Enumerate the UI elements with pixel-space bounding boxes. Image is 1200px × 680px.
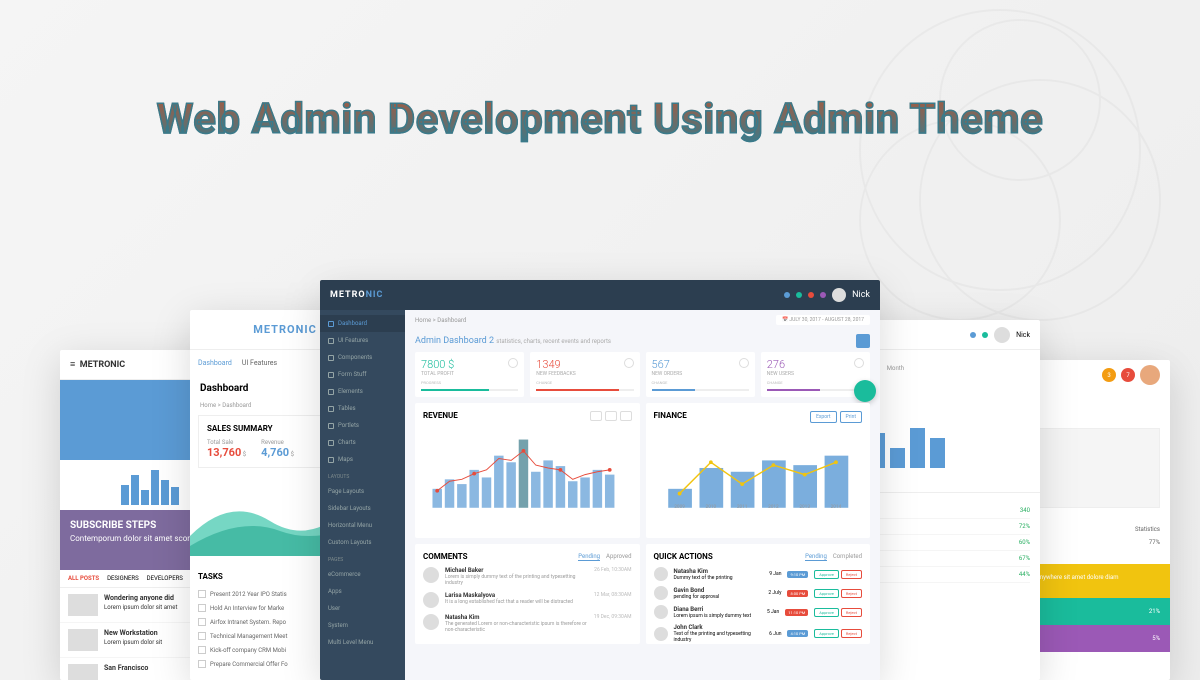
sidebar-item[interactable]: User — [320, 600, 405, 617]
approve-button[interactable]: Approve — [814, 608, 839, 617]
reject-button[interactable]: Reject — [841, 629, 862, 638]
nav-ui[interactable]: UI Features — [242, 359, 277, 367]
quick-actions-card: QUICK ACTIONSPendingCompleted Natasha Ki… — [646, 544, 871, 644]
mail-icon[interactable] — [982, 332, 988, 338]
sidebar-item-dashboard[interactable]: Dashboard — [320, 315, 405, 332]
tab-pending[interactable]: Pending — [805, 553, 827, 561]
tab-designers[interactable]: DESIGNERS — [107, 575, 139, 582]
stat-feedbacks: 1349NEW FEEDBACKSCHANGE — [530, 352, 639, 397]
notif-icon[interactable] — [784, 292, 790, 298]
notif-icon[interactable]: 3 — [1102, 368, 1116, 382]
sidebar-item[interactable]: Page Layouts — [320, 483, 405, 500]
sidebar-item[interactable]: Horizontal Menu — [320, 517, 405, 534]
gear-icon[interactable] — [856, 334, 870, 348]
stat-orders: 567NEW ORDERSCHANGE — [646, 352, 755, 397]
main-content: Home > Dashboard 📅 JULY 30, 2017 - AUGUS… — [405, 310, 880, 680]
reject-button[interactable]: Reject — [841, 589, 862, 598]
tab-all[interactable]: ALL POSTS — [68, 575, 99, 582]
brand: METRONIC — [330, 290, 383, 300]
avatar — [423, 567, 439, 583]
print-button[interactable]: Print — [840, 411, 862, 423]
tab-approved[interactable]: Approved — [606, 553, 631, 561]
svg-text:2011: 2011 — [736, 504, 747, 510]
sidebar-item[interactable]: Form Stuff — [320, 366, 405, 383]
sidebar-item[interactable]: Custom Layouts — [320, 534, 405, 551]
svg-text:2010: 2010 — [705, 504, 716, 510]
approve-button[interactable]: Approve — [814, 589, 839, 598]
sidebar-item[interactable]: Charts — [320, 434, 405, 451]
finance-chart: FINANCE ExportPrint 20092010201120122013… — [646, 403, 871, 538]
avatar — [423, 592, 439, 608]
svg-text:2014: 2014 — [830, 504, 841, 510]
page-title: Web Admin Development Using Admin Theme — [157, 95, 1044, 144]
date-range[interactable]: 📅 JULY 30, 2017 - AUGUST 28, 2017 — [776, 315, 870, 325]
mail-icon[interactable] — [796, 292, 802, 298]
avatar[interactable] — [1140, 365, 1160, 385]
sidebar-item[interactable]: Multi Level Menu — [320, 634, 405, 651]
revenue-chart: REVENUE — [415, 403, 640, 538]
brand: METRONIC — [253, 323, 317, 336]
panel-main: METRONIC Nick Dashboard UI Features Comp… — [320, 280, 880, 680]
reject-button[interactable]: Reject — [841, 570, 862, 579]
comments-card: COMMENTSPendingApproved Michael BakerLor… — [415, 544, 640, 644]
sidebar-item[interactable]: UI Features — [320, 332, 405, 349]
sidebar: Dashboard UI Features Components Form St… — [320, 310, 405, 680]
sidebar-item[interactable]: Elements — [320, 383, 405, 400]
topbar: METRONIC Nick — [320, 280, 880, 310]
user-name[interactable]: Nick — [852, 290, 870, 300]
avatar[interactable] — [832, 288, 846, 302]
svg-text:2013: 2013 — [799, 504, 810, 510]
alert-icon[interactable] — [808, 292, 814, 298]
task-icon[interactable] — [820, 292, 826, 298]
sidebar-item[interactable]: Tables — [320, 400, 405, 417]
svg-text:2009: 2009 — [674, 504, 685, 510]
approve-button[interactable]: Approve — [814, 629, 839, 638]
alert-icon[interactable]: 7 — [1121, 368, 1135, 382]
sidebar-item[interactable]: Components — [320, 349, 405, 366]
chart-opt-icon[interactable] — [605, 411, 617, 421]
avatar[interactable] — [994, 327, 1010, 343]
sidebar-item[interactable]: eCommerce — [320, 566, 405, 583]
nav-dashboard[interactable]: Dashboard — [198, 359, 232, 367]
chart-opt-icon[interactable] — [590, 411, 602, 421]
breadcrumb: Home > Dashboard — [415, 317, 466, 324]
tab-developers[interactable]: DEVELOPERS — [147, 575, 183, 582]
user-name: Nick — [1016, 331, 1030, 339]
stat-profit: 7800 $TOTAL PROFITPROGRESS — [415, 352, 524, 397]
sidebar-item[interactable]: Apps — [320, 583, 405, 600]
sidebar-item[interactable]: Maps — [320, 451, 405, 468]
fab-button[interactable] — [854, 380, 876, 402]
sidebar-item[interactable]: Portlets — [320, 417, 405, 434]
tab-completed[interactable]: Completed — [833, 553, 862, 561]
export-button[interactable]: Export — [810, 411, 836, 423]
approve-button[interactable]: Approve — [814, 570, 839, 579]
sidebar-item[interactable]: System — [320, 617, 405, 634]
tab-pending[interactable]: Pending — [578, 553, 600, 561]
svg-text:2012: 2012 — [768, 504, 779, 510]
reject-button[interactable]: Reject — [841, 608, 862, 617]
notif-icon[interactable] — [970, 332, 976, 338]
avatar — [423, 614, 439, 630]
chart-opt-icon[interactable] — [620, 411, 632, 421]
sidebar-item[interactable]: Sidebar Layouts — [320, 500, 405, 517]
